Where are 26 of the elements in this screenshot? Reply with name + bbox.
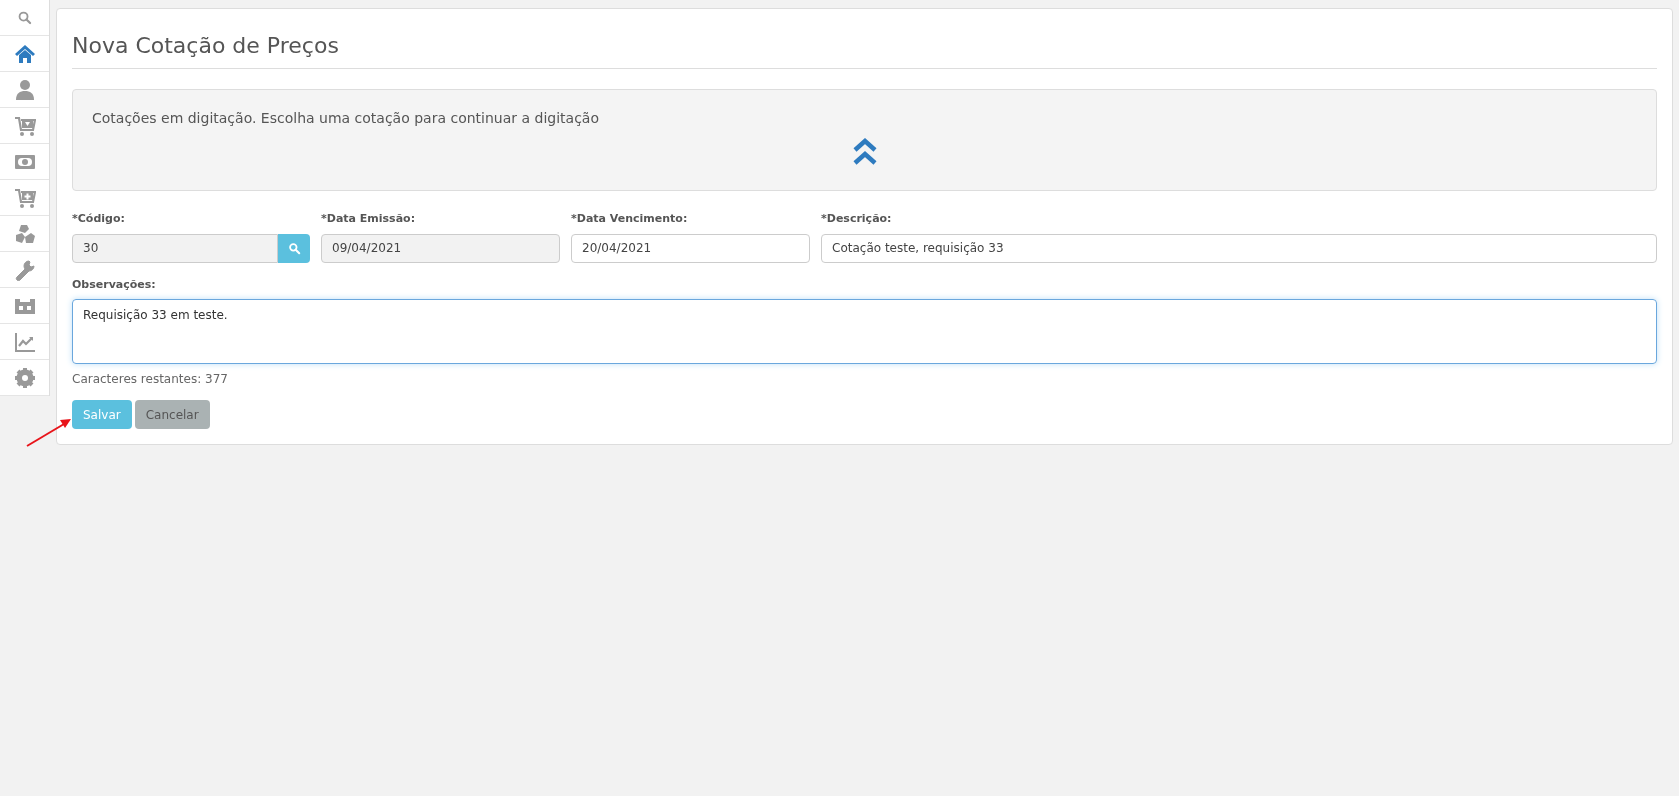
- wrench-icon: [13, 258, 36, 281]
- notes-field[interactable]: Requisição 33 em teste.: [72, 299, 1657, 364]
- field-label: *Descrição:: [821, 211, 893, 227]
- home-icon: [13, 42, 36, 65]
- collapse-toggle[interactable]: [851, 137, 878, 167]
- field-label: *Data Emissão:: [321, 211, 417, 227]
- search-icon: [287, 241, 301, 255]
- chart-icon: [13, 330, 36, 353]
- gear-icon: [13, 366, 36, 389]
- text-field[interactable]: 20/04/2021: [571, 233, 810, 263]
- character-counter: Caracteres restantes: 377: [72, 371, 229, 388]
- user-icon: [13, 78, 36, 101]
- chevron-up-icon: [852, 138, 877, 166]
- field-label: *Data Vencimento:: [571, 211, 689, 227]
- info-text: Cotações em digitação. Escolha uma cotação para continuar a digitação: [92, 109, 600, 128]
- search-button[interactable]: [278, 233, 310, 263]
- cubes-icon: [13, 222, 36, 245]
- cart-icon: [13, 114, 36, 137]
- page-title: Nova Cotação de Preços: [72, 9, 1657, 69]
- cart-icon: [13, 186, 36, 209]
- cancel-button[interactable]: Cancelar: [134, 400, 210, 429]
- field-label: *Código:: [72, 211, 126, 227]
- search-icon: [16, 9, 33, 26]
- field-label: Observações:: [72, 276, 157, 293]
- annotation-arrow: [26, 418, 72, 447]
- text-field[interactable]: Cotação teste, requisição 33: [821, 233, 1657, 263]
